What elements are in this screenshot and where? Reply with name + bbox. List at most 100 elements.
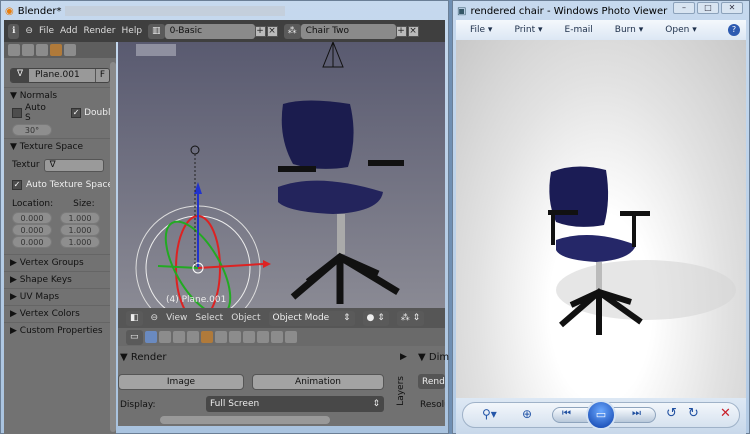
viewport-object-label: (4) Plane.001	[166, 295, 226, 305]
render-panel-header[interactable]: ▼ Render	[120, 352, 166, 363]
window-title: rendered chair - Windows Photo Viewer	[470, 5, 668, 17]
next-icon[interactable]: ⏭	[632, 408, 641, 419]
close-window-button[interactable]: ✕	[721, 2, 743, 14]
help-icon[interactable]: ?	[728, 24, 740, 36]
rotate-counterclockwise-icon[interactable]: ↺	[666, 406, 677, 421]
double-sided-checkbox[interactable]: ✓	[71, 107, 82, 118]
slideshow-button[interactable]: ▭	[586, 400, 616, 430]
tab-world[interactable]	[36, 44, 48, 56]
zoom-icon[interactable]: ⚲▾	[482, 407, 497, 421]
texture-mesh-field[interactable]: ∇	[43, 158, 104, 172]
tab-render-layers[interactable]	[158, 331, 171, 343]
tab-particles[interactable]	[270, 331, 283, 343]
menu-view[interactable]: View	[166, 313, 187, 323]
location-x-field[interactable]: 0.000	[12, 212, 52, 224]
layers-expand-icon[interactable]: ▶	[400, 352, 407, 362]
location-y-field[interactable]: 0.000	[12, 224, 52, 236]
panel-vertex-colors[interactable]: ▶ Vertex Colors	[4, 305, 116, 322]
tab-physics[interactable]	[284, 331, 297, 343]
previous-icon[interactable]: ⏮	[562, 408, 571, 419]
mesh-name-field[interactable]: Plane.001	[29, 69, 95, 82]
menu-label: Burn	[614, 25, 636, 35]
blender-info-header: ℹ ⊖ File Add Render Help ▥ 0-Basic + × ⁂…	[4, 20, 445, 42]
panel-custom-properties[interactable]: ▶ Custom Properties	[4, 322, 116, 339]
editor-type-button[interactable]: ℹ	[8, 23, 20, 39]
render-animation-button[interactable]: Animation	[252, 374, 384, 390]
scene-field[interactable]: Chair Two	[300, 23, 396, 39]
transform-manipulator[interactable]	[135, 145, 271, 308]
layout-icon[interactable]: ▥	[148, 23, 165, 39]
collapse-menu-icon[interactable]: ⊖	[25, 26, 33, 36]
pivot-dropdown[interactable]: ⁂ ⇕	[396, 310, 425, 326]
panel-texture-space[interactable]: ▼ Texture Space	[4, 138, 116, 155]
tab-constraints[interactable]	[64, 44, 76, 56]
remove-scene-button[interactable]: ×	[407, 25, 419, 37]
panel-normals[interactable]: ▼ Normals	[4, 87, 116, 104]
tab-material[interactable]	[256, 331, 269, 343]
menu-select[interactable]: Select	[195, 313, 223, 323]
tab-render[interactable]	[8, 44, 20, 56]
rotate-clockwise-icon[interactable]: ↻	[688, 406, 699, 421]
tab-render[interactable]	[144, 331, 157, 343]
horizontal-scrollbar[interactable]	[160, 416, 330, 424]
fake-user-button[interactable]: F	[95, 69, 109, 82]
display-dropdown[interactable]: Full Screen ⇕	[206, 396, 384, 412]
size-y-field[interactable]: 1.000	[60, 224, 100, 236]
menu-add[interactable]: Add	[60, 26, 77, 36]
delete-icon[interactable]: ✕	[720, 406, 731, 421]
smooth-angle-field[interactable]: 30°	[12, 123, 52, 136]
minimize-button[interactable]: –	[673, 2, 695, 14]
properties-scrollbar[interactable]	[110, 62, 116, 432]
render-preset-button[interactable]: Rende	[418, 374, 445, 389]
editor-type-button[interactable]: ◧	[126, 310, 143, 326]
rendered-chair	[548, 166, 736, 335]
panel-uv-maps[interactable]: ▶ UV Maps	[4, 288, 116, 305]
mesh-datablock[interactable]: ∇ Plane.001 F	[10, 68, 110, 83]
maximize-button[interactable]: □	[697, 2, 719, 14]
panel-shape-keys[interactable]: ▶ Shape Keys	[4, 271, 116, 288]
menu-file[interactable]: File	[39, 26, 54, 36]
size-z-field[interactable]: 1.000	[60, 236, 100, 248]
dimensions-panel-header[interactable]: ▼ Dim	[418, 352, 449, 363]
tab-data[interactable]	[242, 331, 255, 343]
editor-type-button[interactable]: ▭	[126, 329, 143, 345]
menu-render[interactable]: Render	[83, 26, 115, 36]
panel-title: Texture Space	[19, 142, 84, 152]
menu-file[interactable]: File ▾	[470, 25, 492, 35]
tab-scene[interactable]	[22, 44, 34, 56]
menu-burn[interactable]: Burn ▾	[615, 25, 644, 35]
menu-object[interactable]: Object	[231, 313, 260, 323]
location-z-field[interactable]: 0.000	[12, 236, 52, 248]
add-scene-button[interactable]: +	[395, 25, 407, 37]
menu-label: File	[470, 25, 486, 35]
tab-object[interactable]	[200, 331, 213, 343]
tab-world[interactable]	[186, 331, 199, 343]
tab-constraints[interactable]	[214, 331, 227, 343]
tab-object[interactable]	[50, 44, 62, 56]
collapse-menu-icon[interactable]: ⊖	[151, 313, 159, 323]
layers-tab[interactable]: Layers	[396, 376, 406, 406]
size-x-field[interactable]: 1.000	[60, 212, 100, 224]
tab-scene[interactable]	[172, 331, 185, 343]
menu-label: Open	[665, 25, 690, 35]
render-image-button[interactable]: Image	[118, 374, 244, 390]
panel-vertex-groups[interactable]: ▶ Vertex Groups	[4, 254, 116, 271]
add-layout-button[interactable]: +	[254, 25, 266, 37]
tab-modifiers[interactable]	[228, 331, 241, 343]
screen-layout-field[interactable]: 0-Basic	[164, 23, 255, 39]
auto-texture-space-checkbox[interactable]: ✓	[12, 180, 22, 190]
3d-viewport[interactable]: (4) Plane.001	[118, 42, 445, 308]
menu-email[interactable]: E-mail	[565, 25, 593, 35]
menu-open[interactable]: Open ▾	[665, 25, 696, 35]
display-value: Full Screen	[210, 399, 260, 409]
panel-title: Shape Keys	[19, 275, 72, 285]
menu-print[interactable]: Print ▾	[514, 25, 542, 35]
menu-help[interactable]: Help	[122, 26, 143, 36]
photo-viewer-toolbar: ⚲▾ ⊕ ⏮ ▭ ⏭ ↺ ↻ ✕	[456, 398, 746, 434]
shading-dropdown[interactable]: ● ⇕	[362, 310, 389, 326]
auto-smooth-checkbox[interactable]	[12, 107, 22, 118]
actual-size-icon[interactable]: ⊕	[522, 407, 532, 421]
mode-dropdown[interactable]: Object Mode ⇕	[268, 310, 355, 326]
remove-layout-button[interactable]: ×	[266, 25, 278, 37]
scene-icon[interactable]: ⁂	[283, 23, 301, 39]
